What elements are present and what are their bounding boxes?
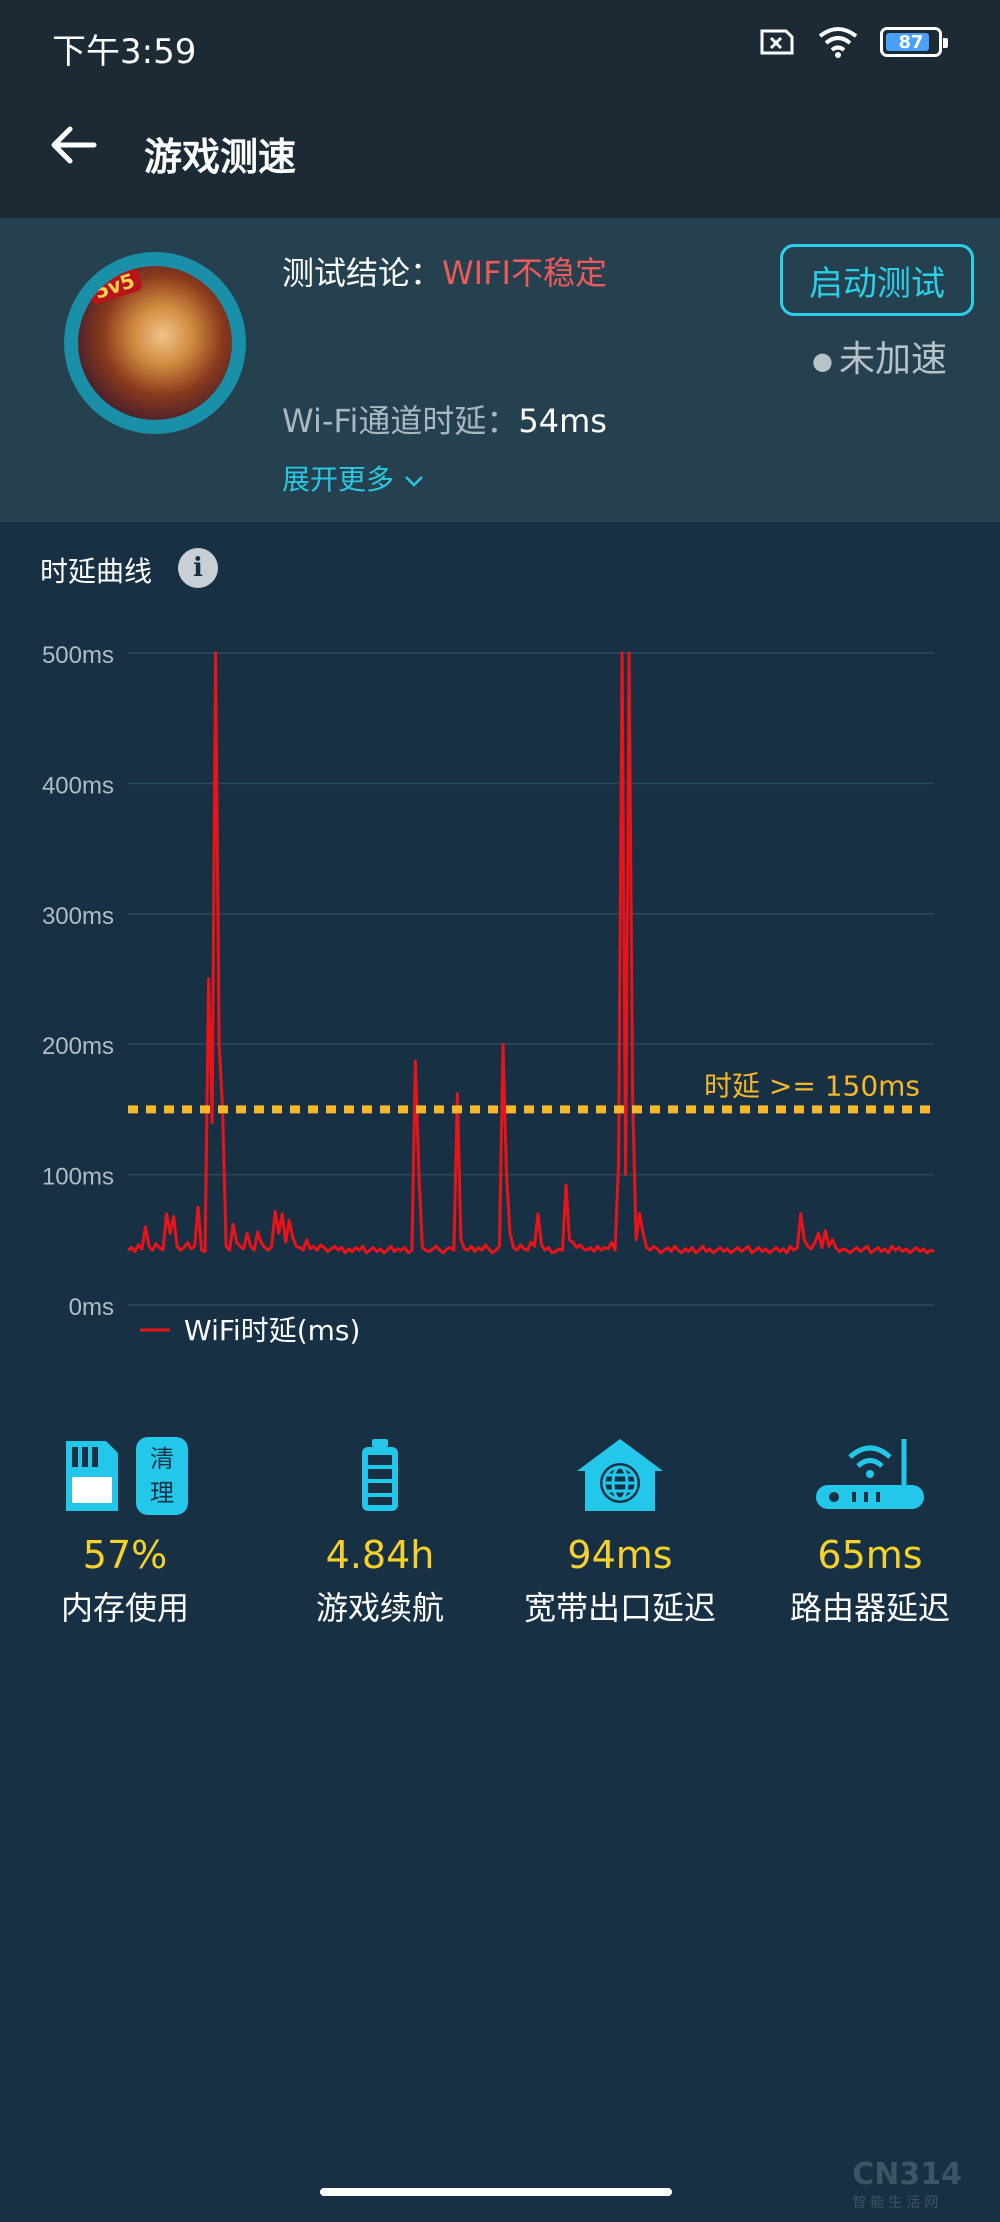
info-icon[interactable]: i [178,548,218,588]
app-bar: 游戏测速 [0,90,1000,218]
latency-label: Wi-Fi通道时延： [282,402,519,440]
battery-icon-wrap [255,1420,505,1515]
wifi-icon [818,27,858,58]
expand-more-link[interactable]: 展开更多 [282,458,425,498]
expand-more-label: 展开更多 [282,463,395,496]
y-tick-label: 200ms [42,1033,114,1060]
router-latency-value: 65ms [817,1533,923,1577]
page-title: 游戏测速 [144,135,297,179]
stat-broadband: 94ms 宽带出口延迟 [495,1420,745,1629]
y-tick-label: 500ms [42,642,114,669]
broadband-latency-value: 94ms [567,1533,673,1577]
memory-icon-wrap: 清理 [0,1420,250,1515]
y-tick-label: 100ms [42,1164,114,1191]
summary-panel: 5v5 测试结论：WIFI不稳定 启动测试 ● 未加速 Wi-Fi通道时延：54m… [0,218,1000,522]
watermark-logo: CN314 智能生活网 [852,2157,962,2212]
stat-router: 65ms 路由器延迟 [745,1420,995,1629]
battery-percent: 87 [898,31,924,53]
stat-memory: 清理 57% 内存使用 [0,1420,250,1629]
conclusion-label: 测试结论： [282,254,443,292]
status-dot: ● [812,347,833,375]
status-icons: 87 [756,26,948,58]
arrow-left-icon[interactable] [48,120,98,170]
sd-card-icon [66,1441,118,1511]
game-avatar: 5v5 [64,252,246,434]
y-tick-label: 0ms [69,1294,114,1321]
memory-label: 内存使用 [60,1589,189,1627]
chart-title: 时延曲线 [40,555,153,588]
battery-icon: 87 [880,27,948,57]
home-indicator[interactable] [320,2188,672,2196]
game-avatar-image: 5v5 [78,266,232,420]
accel-status: ● 未加速 [812,330,947,382]
series-line [127,651,935,1255]
broadband-latency-label: 宽带出口延迟 [523,1589,716,1627]
y-tick-label: 300ms [42,903,114,930]
memory-value: 57% [82,1533,168,1577]
router-icon-wrap [745,1420,995,1515]
test-conclusion: 测试结论：WIFI不稳定 [282,248,607,294]
router-latency-label: 路由器延迟 [789,1589,950,1627]
status-time: 下午3:59 [52,32,197,72]
router-icon [816,1439,924,1509]
globe-house-icon [577,1439,663,1511]
watermark-sub: 智能生活网 [852,2195,943,2211]
avatar-badge: 5v5 [85,266,144,306]
battery-life-value: 4.84h [325,1533,435,1577]
wifi-channel-latency: Wi-Fi通道时延：54ms [282,396,607,442]
stat-battery: 4.84h 游戏续航 [255,1420,505,1629]
y-tick-label: 400ms [42,772,114,799]
sim-off-icon [760,29,794,55]
stats-row: 清理 57% 内存使用 4.84h 游戏续航 94ms 宽带出口延迟 65ms … [0,1420,1000,1650]
latency-chart: 0ms 100ms 200ms 300ms 400ms 500ms 时延 >= 150ms W… [42,642,935,1347]
clean-button[interactable]: 清理 [136,1437,188,1515]
battery-icon [362,1439,398,1511]
broadband-icon-wrap [495,1420,745,1515]
watermark-brand: CN314 [852,2157,962,2192]
legend-label: WiFi时延(ms) [184,1314,360,1347]
threshold-label: 时延 >= 150ms [704,1069,920,1102]
start-test-button[interactable]: 启动测试 [780,244,974,316]
status-bar: 下午3:59 87 [0,0,1000,90]
chevron-down-icon [405,476,423,487]
conclusion-value: WIFI不稳定 [442,254,607,292]
latency-value: 54ms [518,402,607,440]
accel-status-label: 未加速 [838,339,947,380]
battery-life-label: 游戏续航 [315,1589,444,1627]
clean-button-label: 清理 [150,1445,174,1507]
